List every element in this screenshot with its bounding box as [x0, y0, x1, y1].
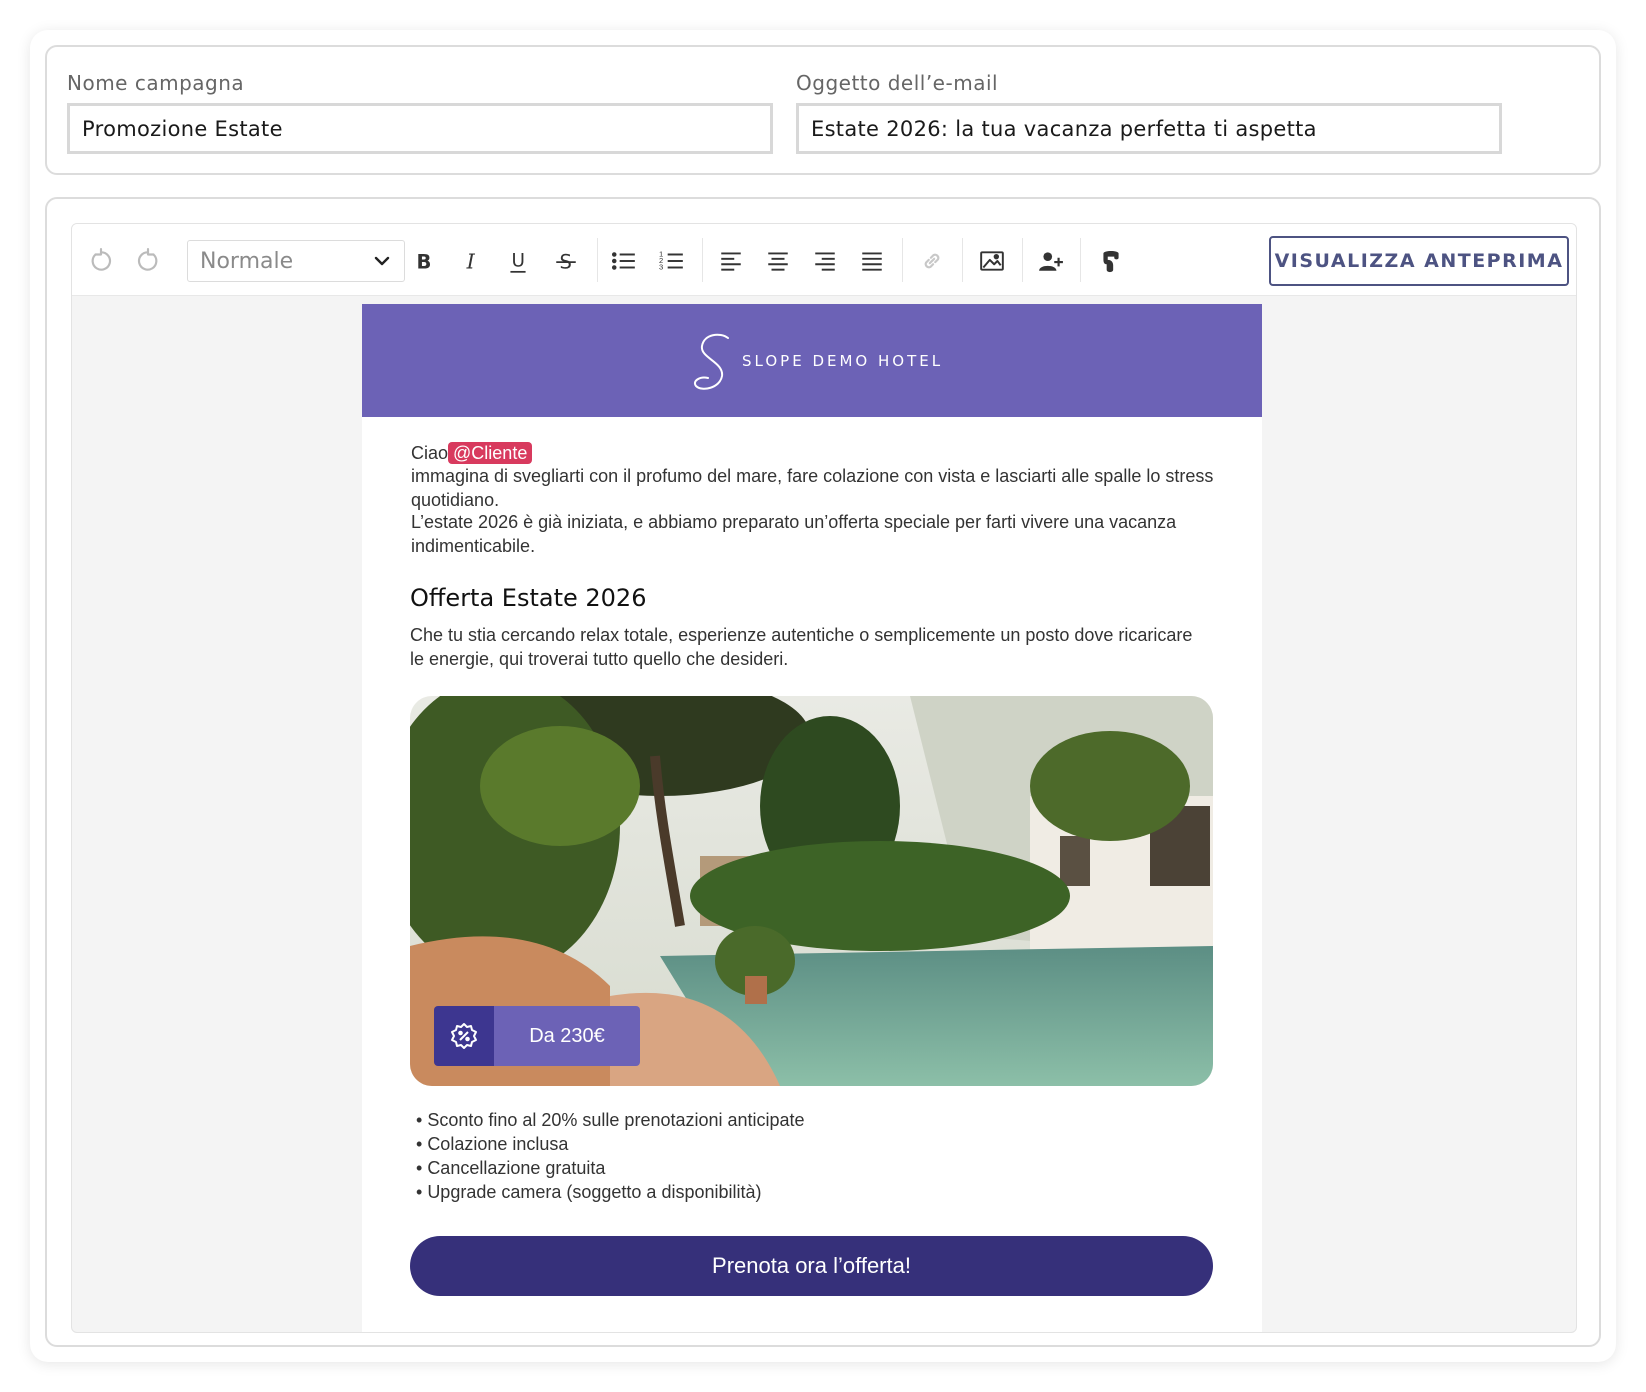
text-style-select[interactable]: Normale	[187, 240, 405, 282]
list-item[interactable]: Sconto fino al 20% sulle prenotazioni an…	[416, 1108, 804, 1132]
italic-icon[interactable]: I	[456, 246, 486, 276]
campaign-fields-card: Nome campagna Promozione Estate Oggetto …	[45, 45, 1601, 175]
campaign-name-input[interactable]: Promozione Estate	[67, 103, 773, 154]
add-user-icon[interactable]	[1036, 246, 1066, 276]
greeting-text: Ciao	[411, 443, 449, 463]
rich-text-editor: Normale B I U S 123 VISUALIZZA ANTEPRIMA…	[71, 223, 1577, 1333]
align-left-icon[interactable]	[716, 246, 746, 276]
resort-pool-image[interactable]: Da 230€	[410, 696, 1213, 1086]
underline-icon[interactable]: U	[503, 246, 533, 276]
customer-mention-tag[interactable]: @Cliente	[448, 442, 533, 464]
preview-button[interactable]: VISUALIZZA ANTEPRIMA	[1269, 236, 1569, 286]
offer-heading[interactable]: Offerta Estate 2026	[410, 584, 646, 612]
book-offer-button[interactable]: Prenota ora l’offerta!	[410, 1236, 1213, 1296]
redo-icon[interactable]	[133, 246, 163, 276]
svg-text:U: U	[512, 250, 525, 271]
merge-tag-icon[interactable]	[1096, 246, 1126, 276]
list-item[interactable]: Colazione inclusa	[416, 1132, 805, 1156]
svg-text:I: I	[466, 250, 476, 274]
offer-description[interactable]: Che tu stia cercando relax totale, esper…	[410, 623, 1210, 671]
bold-icon[interactable]: B	[408, 246, 438, 276]
svg-text:3: 3	[659, 263, 663, 272]
price-label: Da 230€	[494, 1006, 640, 1066]
hotel-logo-icon	[694, 333, 729, 390]
email-header-banner: SLOPE DEMO HOTEL	[362, 304, 1262, 417]
greeting-line: Ciao @Cliente	[411, 441, 533, 465]
align-right-icon[interactable]	[810, 246, 840, 276]
text-style-value: Normale	[200, 248, 294, 274]
hotel-brand-name: SLOPE DEMO HOTEL	[742, 352, 944, 370]
align-justify-icon[interactable]	[857, 246, 887, 276]
offer-benefits-list: Sconto fino al 20% sulle prenotazioni an…	[416, 1108, 805, 1204]
numbered-list-icon[interactable]: 123	[657, 246, 687, 276]
bullet-list-icon[interactable]	[609, 246, 639, 276]
email-editor-card: Normale B I U S 123 VISUALIZZA ANTEPRIMA…	[45, 197, 1601, 1347]
chevron-down-icon	[374, 256, 390, 266]
svg-text:B: B	[417, 251, 432, 274]
editor-toolbar: Normale B I U S 123 VISUALIZZA ANTEPRIMA	[72, 224, 1576, 296]
strikethrough-icon[interactable]: S	[551, 246, 581, 276]
intro-paragraph[interactable]: immagina di svegliarti con il profumo de…	[411, 464, 1221, 512]
link-icon[interactable]	[917, 246, 947, 276]
season-paragraph[interactable]: L’estate 2026 è già iniziata, e abbiamo …	[411, 510, 1221, 558]
discount-icon	[434, 1006, 494, 1066]
email-subject-label: Oggetto dell’e-mail	[796, 71, 999, 95]
align-center-icon[interactable]	[763, 246, 793, 276]
email-subject-input[interactable]: Estate 2026: la tua vacanza perfetta ti …	[796, 103, 1502, 154]
campaign-name-label: Nome campagna	[67, 71, 245, 95]
undo-icon[interactable]	[86, 246, 116, 276]
price-badge: Da 230€	[434, 1006, 640, 1066]
list-item[interactable]: Cancellazione gratuita	[416, 1156, 805, 1180]
image-icon[interactable]	[977, 246, 1007, 276]
list-item[interactable]: Upgrade camera (soggetto a disponibilità…	[416, 1180, 805, 1204]
email-canvas: SLOPE DEMO HOTEL Ciao @Cliente immagina d…	[362, 304, 1262, 1332]
